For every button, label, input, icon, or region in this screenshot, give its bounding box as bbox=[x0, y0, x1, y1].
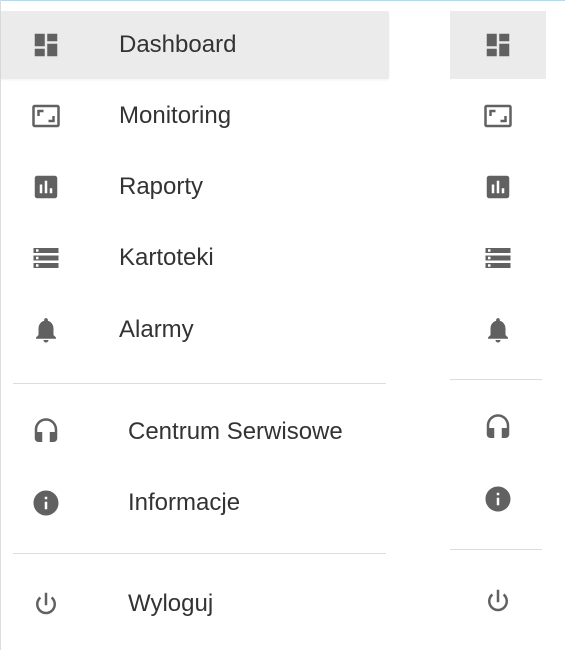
sidebar-item-label: Raporty bbox=[119, 173, 204, 200]
rail-item-raporty[interactable] bbox=[450, 153, 546, 221]
logout-button[interactable]: Wyloguj bbox=[1, 570, 389, 638]
sidebar-item-centrum-serwisowe[interactable]: Centrum Serwisowe bbox=[1, 398, 389, 466]
rail-item-centrum-serwisowe[interactable] bbox=[450, 394, 546, 462]
bar-chart-icon bbox=[29, 170, 63, 204]
sidebar-item-label: Centrum Serwisowe bbox=[128, 418, 343, 445]
sidebar-item-label: Dashboard bbox=[119, 31, 237, 58]
logout-label: Wyloguj bbox=[128, 590, 214, 617]
divider bbox=[13, 553, 386, 554]
sidebar-item-label: Informacje bbox=[128, 489, 241, 516]
sidebar-item-label: Kartoteki bbox=[119, 244, 214, 271]
aspect-ratio-icon bbox=[29, 99, 63, 133]
aspect-ratio-icon bbox=[481, 99, 515, 133]
list-storage-icon bbox=[481, 241, 515, 275]
sidebar-expanded: Dashboard Monitoring Raporty Kartoteki A… bbox=[0, 0, 389, 650]
bar-chart-icon bbox=[481, 170, 515, 204]
headset-icon bbox=[29, 415, 63, 449]
rail-item-informacje[interactable] bbox=[450, 465, 546, 533]
sidebar-item-label: Monitoring bbox=[119, 102, 232, 129]
rail-item-alarmy[interactable] bbox=[450, 296, 546, 364]
sidebar-item-informacje[interactable]: Informacje bbox=[1, 469, 389, 537]
dashboard-icon bbox=[481, 28, 515, 62]
divider bbox=[13, 383, 386, 384]
headset-icon bbox=[481, 411, 515, 445]
power-icon bbox=[481, 584, 515, 618]
divider bbox=[450, 549, 542, 550]
sidebar-item-alarmy[interactable]: Alarmy bbox=[1, 296, 389, 364]
sidebar-item-kartoteki[interactable]: Kartoteki bbox=[1, 224, 389, 292]
sidebar-item-label: Alarmy bbox=[119, 316, 194, 343]
bell-icon bbox=[481, 313, 515, 347]
rail-item-kartoteki[interactable] bbox=[450, 224, 546, 292]
info-icon bbox=[481, 482, 515, 516]
power-icon bbox=[29, 587, 63, 621]
rail-logout-button[interactable] bbox=[450, 567, 546, 635]
divider bbox=[450, 379, 542, 380]
rail-item-monitoring[interactable] bbox=[450, 82, 546, 150]
rail-item-dashboard[interactable] bbox=[450, 11, 546, 79]
sidebar-item-dashboard[interactable]: Dashboard bbox=[1, 11, 389, 79]
sidebar-item-raporty[interactable]: Raporty bbox=[1, 153, 389, 221]
dashboard-icon bbox=[29, 28, 63, 62]
info-icon bbox=[29, 486, 63, 520]
list-storage-icon bbox=[29, 241, 63, 275]
sidebar-item-monitoring[interactable]: Monitoring bbox=[1, 82, 389, 150]
bell-icon bbox=[29, 313, 63, 347]
sidebar-collapsed bbox=[450, 0, 546, 650]
